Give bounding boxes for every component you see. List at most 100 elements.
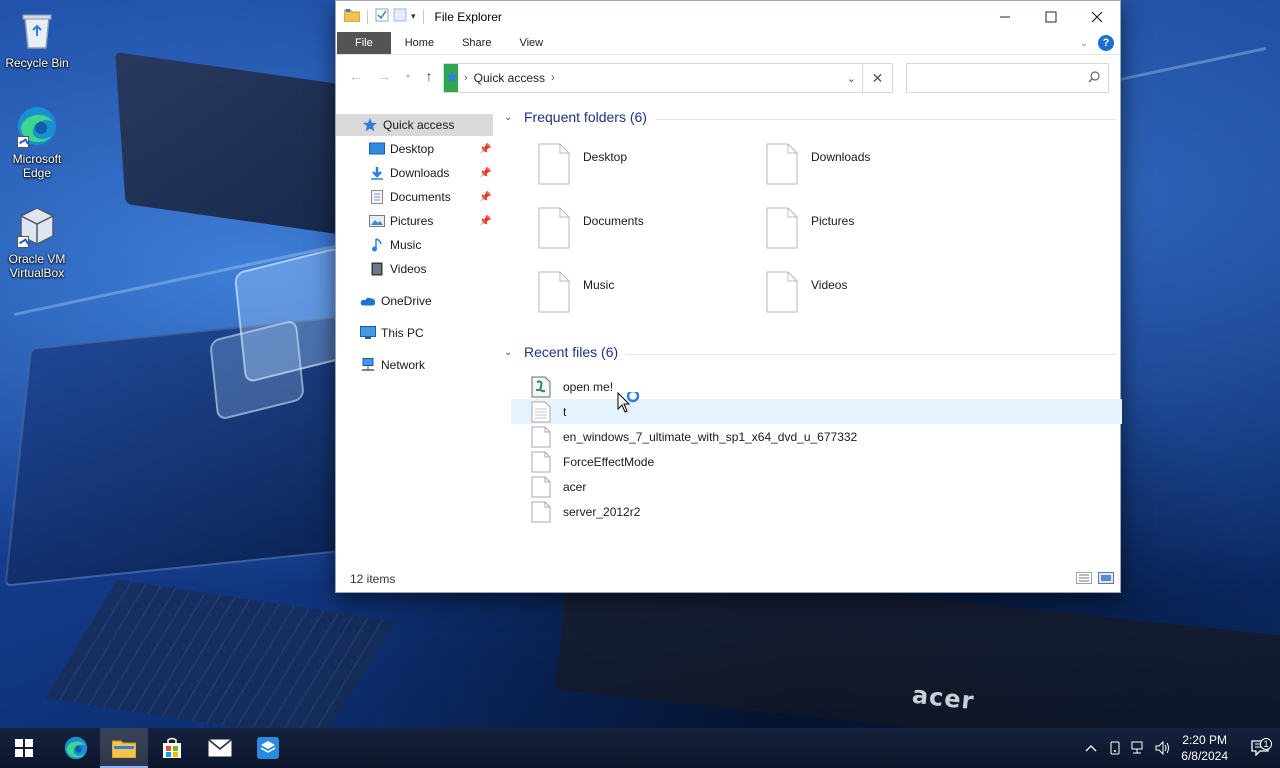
desktop-icon-label: Microsoft Edge <box>12 152 62 180</box>
recycle-bin-icon <box>15 8 59 52</box>
file-name: t <box>563 404 567 419</box>
nav-item-documents[interactable]: Documents 📌 <box>336 186 493 208</box>
nav-item-network[interactable]: Network <box>336 354 493 376</box>
folder-tile-music[interactable]: Music <box>538 271 614 313</box>
file-explorer-window: ▾ File Explorer File Home Share View ⌄ ?… <box>335 0 1122 593</box>
nav-item-label: Network <box>381 358 426 372</box>
blank-file-icon <box>531 476 551 497</box>
file-name: ForceEffectMode <box>563 454 655 469</box>
up-arrow-icon[interactable]: ↑ <box>417 68 441 84</box>
folder-tile-label: Pictures <box>811 214 855 228</box>
folder-tile-label: Music <box>583 278 615 292</box>
search-icon <box>1088 71 1100 83</box>
breadcrumb-separator-icon[interactable]: › <box>551 72 555 84</box>
recent-file-row[interactable]: t <box>511 399 1122 424</box>
network-status-icon[interactable] <box>1127 741 1151 755</box>
folder-tile-downloads[interactable]: Downloads <box>766 143 870 185</box>
nav-item-videos[interactable]: Videos <box>336 258 493 280</box>
recent-file-row[interactable]: open me! <box>511 374 1122 399</box>
wallpaper-laptop <box>4 313 366 587</box>
close-button[interactable] <box>1074 1 1120 32</box>
search-box[interactable] <box>906 63 1109 93</box>
clear-address-button[interactable]: ✕ <box>863 63 893 93</box>
folder-tile-videos[interactable]: Videos <box>766 271 847 313</box>
documents-icon <box>369 189 385 205</box>
properties-icon[interactable] <box>375 8 389 25</box>
recent-file-row[interactable]: acer <box>511 474 1122 499</box>
expand-ribbon-chevron-icon[interactable]: ⌄ <box>1080 38 1088 49</box>
blank-file-icon <box>531 501 551 522</box>
nav-item-desktop[interactable]: Desktop 📌 <box>336 138 493 160</box>
collapse-chevron-icon[interactable]: ⌄ <box>504 112 518 123</box>
taskbar-edge-button[interactable] <box>52 728 100 768</box>
nav-item-label: This PC <box>381 326 424 340</box>
onedrive-icon <box>360 293 376 309</box>
folder-tile-desktop[interactable]: Desktop <box>538 143 627 185</box>
desktop-icon-virtualbox[interactable]: Oracle VM VirtualBox <box>0 204 74 280</box>
pictures-icon <box>369 213 385 229</box>
nav-item-this-pc[interactable]: This PC <box>336 322 493 344</box>
show-hidden-icons-chevron-icon[interactable] <box>1079 744 1103 752</box>
minimize-button[interactable] <box>982 1 1028 32</box>
forward-arrow-icon[interactable]: → <box>372 68 396 84</box>
file-name: open me! <box>563 379 614 394</box>
group-divider <box>656 119 1116 120</box>
minimize-icon <box>1000 16 1010 17</box>
blank-file-icon <box>766 271 798 313</box>
folder-tile-documents[interactable]: Documents <box>538 207 644 249</box>
file-name: server_2012r2 <box>563 504 641 519</box>
volume-icon[interactable] <box>1151 741 1175 755</box>
start-button[interactable] <box>0 728 48 768</box>
nav-item-label: Desktop <box>390 142 435 156</box>
tab-home[interactable]: Home <box>391 32 448 54</box>
desktop-icon-edge[interactable]: Microsoft Edge <box>0 104 74 180</box>
maximize-button[interactable] <box>1028 1 1074 32</box>
this-pc-icon <box>360 325 376 341</box>
nav-item-music[interactable]: Music <box>336 234 493 256</box>
taskbar-store-button[interactable] <box>148 728 196 768</box>
desktop-icon-recycle-bin[interactable]: Recycle Bin <box>0 8 74 70</box>
recent-file-row[interactable]: ForceEffectMode <box>511 449 1122 474</box>
content-pane: ⌄ Frequent folders (6) Desktop Downloads… <box>496 105 1122 565</box>
pin-icon[interactable]: 📌 <box>479 192 491 203</box>
nav-item-pictures[interactable]: Pictures 📌 <box>336 210 493 232</box>
toolbar-separator <box>367 9 368 24</box>
customize-toolbar-chevron-icon[interactable]: ▾ <box>411 11 416 22</box>
help-icon[interactable]: ? <box>1098 35 1114 51</box>
wallpaper-keyboard <box>45 579 395 741</box>
details-view-icon[interactable] <box>1076 572 1092 587</box>
nav-item-quick-access[interactable]: Quick access <box>336 114 493 136</box>
address-history-chevron-icon[interactable]: ⌄ <box>847 72 856 85</box>
nav-item-downloads[interactable]: Downloads 📌 <box>336 162 493 184</box>
back-arrow-icon[interactable]: ← <box>344 68 368 84</box>
blank-file-icon <box>766 207 798 249</box>
breadcrumb-separator-icon: › <box>464 72 468 84</box>
pin-icon[interactable]: 📌 <box>479 216 491 227</box>
pin-icon[interactable]: 📌 <box>479 168 491 179</box>
file-name: en_windows_7_ultimate_with_sp1_x64_dvd_u… <box>563 429 858 444</box>
navigation-bar: ← → ▾ ↑ › Quick access › ⌄ ✕ <box>336 55 1120 97</box>
pin-icon[interactable]: 📌 <box>479 144 491 155</box>
large-icons-view-icon[interactable] <box>1098 572 1114 587</box>
device-icon[interactable] <box>1103 741 1127 755</box>
frequent-folders-header[interactable]: ⌄ Frequent folders (6) <box>504 109 647 125</box>
recent-file-row[interactable]: server_2012r2 <box>511 499 1122 524</box>
recent-file-row[interactable]: en_windows_7_ultimate_with_sp1_x64_dvd_u… <box>511 424 1122 449</box>
breadcrumb-quick-access[interactable]: Quick access <box>474 71 545 85</box>
folder-tile-pictures[interactable]: Pictures <box>766 207 854 249</box>
tab-file[interactable]: File <box>337 32 391 54</box>
action-center-button[interactable]: 1 <box>1240 738 1280 756</box>
nav-item-onedrive[interactable]: OneDrive <box>336 290 493 312</box>
taskbar-mail-button[interactable] <box>196 728 244 768</box>
tab-view[interactable]: View <box>505 32 557 54</box>
collapse-chevron-icon[interactable]: ⌄ <box>504 347 518 358</box>
taskbar-virtualbox-button[interactable] <box>244 728 292 768</box>
recent-files-header[interactable]: ⌄ Recent files (6) <box>504 344 618 360</box>
new-folder-icon[interactable] <box>393 8 407 25</box>
star-icon <box>362 117 378 133</box>
address-bar[interactable]: › Quick access › ⌄ <box>443 63 863 93</box>
taskbar-file-explorer-button[interactable] <box>100 728 148 768</box>
tab-share[interactable]: Share <box>448 32 505 54</box>
wallpaper-laptop <box>115 51 365 239</box>
taskbar-clock[interactable]: 2:20 PM 6/8/2024 <box>1181 732 1228 764</box>
